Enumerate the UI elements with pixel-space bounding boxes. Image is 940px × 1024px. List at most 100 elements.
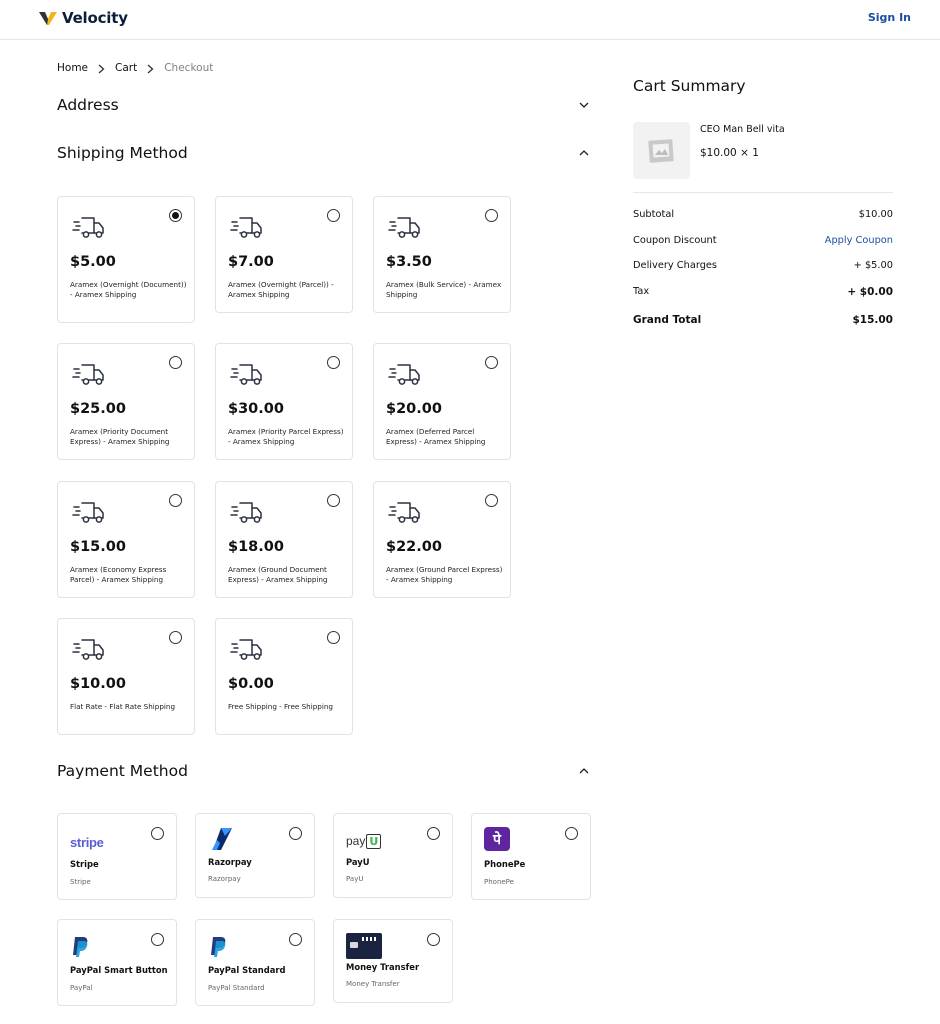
- apply-coupon-link[interactable]: Apply Coupon: [825, 235, 893, 246]
- shipping-radio[interactable]: [169, 356, 182, 369]
- coupon-row: Coupon Discount Apply Coupon: [633, 235, 893, 246]
- tax-row: Tax + $0.00: [633, 286, 893, 298]
- cart-summary-title: Cart Summary: [633, 77, 746, 95]
- shipping-option-card[interactable]: $18.00 Aramex (Ground Document Express) -…: [215, 481, 353, 598]
- payment-section-header[interactable]: Payment Method: [57, 762, 591, 780]
- shipping-radio[interactable]: [485, 209, 498, 222]
- paypal-logo: [70, 936, 90, 962]
- payment-option-card[interactable]: Razorpay Razorpay: [195, 813, 315, 898]
- payment-name: PhonePe: [484, 859, 526, 869]
- delivery-label: Delivery Charges: [633, 260, 718, 271]
- payment-title: Payment Method: [57, 762, 188, 780]
- payment-radio[interactable]: [565, 827, 578, 840]
- truck-icon: [230, 360, 264, 388]
- top-header: Velocity Sign In: [0, 0, 940, 40]
- payment-option-card[interactable]: pay U PayU PayU: [333, 813, 453, 898]
- shipping-radio[interactable]: [327, 631, 340, 644]
- shipping-radio[interactable]: [169, 494, 182, 507]
- grand-total-row: Grand Total $15.00: [633, 314, 893, 326]
- shipping-price: $15.00: [70, 539, 126, 555]
- payment-option-card[interactable]: PayPal Smart Button PayPal: [57, 919, 177, 1006]
- payment-option-card[interactable]: Money Transfer Money Transfer: [333, 919, 453, 1003]
- payment-radio[interactable]: [151, 933, 164, 946]
- payment-subtitle: Money Transfer: [346, 980, 400, 988]
- truck-icon: [72, 213, 106, 241]
- truck-icon: [230, 635, 264, 663]
- shipping-option-card[interactable]: $25.00 Aramex (Priority Document Express)…: [57, 343, 195, 460]
- shipping-description: Flat Rate - Flat Rate Shipping: [70, 702, 176, 711]
- shipping-description: Aramex (Priority Parcel Express) - Arame…: [228, 427, 344, 446]
- tax-label: Tax: [633, 286, 650, 297]
- payment-subtitle: PayU: [346, 875, 364, 883]
- shipping-radio[interactable]: [485, 494, 498, 507]
- payment-name: PayPal Smart Button: [70, 965, 168, 975]
- breadcrumb-home[interactable]: Home: [57, 62, 88, 74]
- shipping-description: Aramex (Deferred Parcel Express) - Arame…: [386, 427, 486, 446]
- payment-radio[interactable]: [427, 933, 440, 946]
- payment-subtitle: PhonePe: [484, 878, 514, 886]
- tax-value: + $0.00: [847, 286, 893, 298]
- shipping-price: $18.00: [228, 539, 284, 555]
- money-transfer-icon: [346, 933, 382, 963]
- payment-name: Stripe: [70, 859, 99, 869]
- chevron-down-icon[interactable]: [577, 98, 591, 112]
- shipping-section-header[interactable]: Shipping Method: [57, 144, 591, 162]
- shipping-option-card[interactable]: $5.00 Aramex (Overnight (Document)) - Ara…: [57, 196, 195, 323]
- truck-icon: [388, 213, 422, 241]
- truck-icon: [388, 360, 422, 388]
- shipping-price: $7.00: [228, 254, 274, 270]
- shipping-option-card[interactable]: $20.00 Aramex (Deferred Parcel Express) -…: [373, 343, 511, 460]
- truck-icon: [388, 498, 422, 526]
- shipping-option-card[interactable]: $22.00 Aramex (Ground Parcel Express) - A…: [373, 481, 511, 598]
- payment-radio[interactable]: [289, 827, 302, 840]
- breadcrumb-current: Checkout: [164, 62, 214, 74]
- sign-in-link[interactable]: Sign In: [868, 11, 911, 24]
- shipping-radio[interactable]: [169, 631, 182, 644]
- payment-radio[interactable]: [289, 933, 302, 946]
- truck-icon: [230, 498, 264, 526]
- breadcrumb: Home Cart Checkout: [57, 62, 213, 74]
- shipping-description: Aramex (Overnight (Document)) - Aramex S…: [70, 280, 187, 299]
- truck-icon: [72, 498, 106, 526]
- truck-icon: [72, 635, 106, 663]
- chevron-up-icon[interactable]: [577, 764, 591, 778]
- shipping-description: Aramex (Bulk Service) - Aramex Shipping: [386, 280, 502, 299]
- shipping-description: Aramex (Priority Document Express) - Ara…: [70, 427, 170, 446]
- shipping-option-card[interactable]: $30.00 Aramex (Priority Parcel Express) -…: [215, 343, 353, 460]
- breadcrumb-cart[interactable]: Cart: [115, 62, 137, 74]
- phonepe-logo: पे: [484, 827, 510, 855]
- product-thumbnail: [633, 122, 690, 179]
- chevron-up-icon[interactable]: [577, 146, 591, 160]
- paypal-logo: [208, 936, 228, 962]
- payment-option-card[interactable]: PayPal Standard PayPal Standard: [195, 919, 315, 1006]
- truck-icon: [230, 213, 264, 241]
- product-price-qty: $10.00 × 1: [700, 147, 759, 159]
- delivery-row: Delivery Charges + $5.00: [633, 260, 893, 271]
- grand-total-label: Grand Total: [633, 314, 702, 326]
- shipping-radio[interactable]: [169, 209, 182, 222]
- shipping-option-card[interactable]: $7.00 Aramex (Overnight (Parcel)) - Arame…: [215, 196, 353, 313]
- payment-name: Money Transfer: [346, 962, 420, 972]
- payment-option-card[interactable]: stripe Stripe Stripe: [57, 813, 177, 900]
- shipping-option-card[interactable]: $3.50 Aramex (Bulk Service) - Aramex Ship…: [373, 196, 511, 313]
- shipping-radio[interactable]: [327, 209, 340, 222]
- payment-radio[interactable]: [151, 827, 164, 840]
- shipping-option-card[interactable]: $10.00 Flat Rate - Flat Rate Shipping: [57, 618, 195, 735]
- subtotal-row: Subtotal $10.00: [633, 209, 893, 220]
- subtotal-value: $10.00: [858, 209, 893, 220]
- address-section-header[interactable]: Address: [57, 96, 591, 114]
- brand-logo[interactable]: Velocity: [38, 8, 128, 28]
- shipping-radio[interactable]: [327, 356, 340, 369]
- shipping-title: Shipping Method: [57, 144, 188, 162]
- payment-name: PayPal Standard: [208, 965, 286, 975]
- chevron-right-icon: [147, 63, 155, 74]
- svg-text:पे: पे: [492, 831, 502, 848]
- payment-radio[interactable]: [427, 827, 440, 840]
- shipping-option-card[interactable]: $0.00 Free Shipping - Free Shipping: [215, 618, 353, 735]
- payment-option-card[interactable]: पे PhonePe PhonePe: [471, 813, 591, 900]
- shipping-description: Aramex (Ground Parcel Express) - Aramex …: [386, 565, 503, 584]
- shipping-radio[interactable]: [327, 494, 340, 507]
- shipping-option-card[interactable]: $15.00 Aramex (Economy Express Parcel) - …: [57, 481, 195, 598]
- shipping-description: Aramex (Overnight (Parcel)) - Aramex Shi…: [228, 280, 334, 299]
- shipping-radio[interactable]: [485, 356, 498, 369]
